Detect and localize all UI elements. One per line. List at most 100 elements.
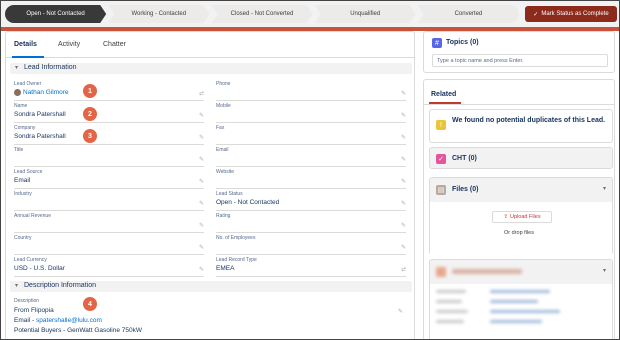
field-label: Company — [14, 125, 36, 131]
pencil-icon[interactable]: ✎ — [401, 134, 406, 141]
field-title: Title ✎ — [14, 145, 204, 167]
pencil-icon[interactable]: ✎ — [199, 222, 204, 229]
chevron-down-icon[interactable]: ▾ — [603, 267, 606, 274]
field-lead-record-type: Lead Record Type EMEA ⇄ — [216, 255, 406, 277]
pencil-icon[interactable]: ✎ — [199, 200, 204, 207]
stage-working-contacted[interactable]: Working - Contacted — [108, 5, 209, 23]
field-annual-revenue: Annual Revenue ✎ — [14, 211, 204, 233]
cht-related-list[interactable]: ✓ CHT (0) — [429, 147, 613, 169]
field-lead-currency: Lead Currency USD - U.S. Dollar ✎ — [14, 255, 204, 277]
details-panel: Details Activity Chatter ▾ Lead Informat… — [5, 31, 415, 339]
tab-activity[interactable]: Activity — [58, 41, 80, 48]
section-title: Lead Information — [24, 64, 77, 71]
description-line-2: Email - spatershalle@lulu.com — [14, 317, 102, 324]
field-rating: Rating ✎ — [216, 211, 406, 233]
field-country: Country ✎ — [14, 233, 204, 255]
chevron-down-icon[interactable]: ▾ — [603, 185, 606, 192]
pencil-icon[interactable]: ✎ — [199, 244, 204, 251]
mark-status-complete-button[interactable]: ✓ Mark Status as Complete — [525, 6, 617, 22]
tab-chatter[interactable]: Chatter — [103, 41, 126, 48]
blurred-row — [490, 290, 550, 293]
pencil-icon[interactable]: ✎ — [199, 178, 204, 185]
description-label: Description — [14, 298, 40, 304]
pencil-icon[interactable]: ✎ — [401, 90, 406, 97]
file-icon: ▤ — [436, 185, 446, 195]
chevron-down-icon: ▾ — [15, 283, 19, 289]
field-lead-source: Lead Source Email ✎ — [14, 167, 204, 189]
field-label: Mobile — [216, 103, 231, 109]
field-company: Company Sondra Patershall ✎ — [14, 123, 204, 145]
upload-files-button[interactable]: ⇪ Upload Files — [492, 211, 552, 223]
hashtag-icon: # — [432, 38, 442, 48]
tab-details[interactable]: Details — [14, 41, 37, 48]
field-fax: Fax ✎ — [216, 123, 406, 145]
blurred-related-list: ▾ — [429, 259, 613, 339]
duplicates-card: ! We found no potential duplicates of th… — [429, 109, 613, 143]
pencil-icon[interactable]: ✎ — [401, 178, 406, 185]
pencil-icon[interactable]: ✎ — [401, 200, 406, 207]
description-line-3: Potential Buyers - GenWatt Gasoline 750k… — [14, 327, 143, 334]
duplicate-rule-icon: ! — [436, 120, 446, 130]
field-label: Lead Record Type — [216, 257, 257, 263]
callout-2: 2 — [83, 107, 97, 121]
pencil-icon[interactable]: ✎ — [401, 244, 406, 251]
field-label: Rating — [216, 213, 231, 219]
pencil-icon[interactable]: ✎ — [199, 156, 204, 163]
pencil-icon[interactable]: ✎ — [401, 156, 406, 163]
field-label: Name — [14, 103, 28, 109]
chevron-down-icon: ▾ — [15, 65, 19, 71]
drop-files-text: Or drop files — [504, 230, 534, 236]
field-label: Fax — [216, 125, 225, 131]
field-mobile: Mobile ✎ — [216, 101, 406, 123]
field-label: Email — [216, 147, 229, 153]
description-email-link[interactable]: spatershalle@lulu.com — [36, 317, 102, 324]
section-description-information[interactable]: ▾ Description Information — [10, 281, 412, 292]
stage-converted[interactable]: Converted — [417, 5, 520, 23]
section-lead-information[interactable]: ▾ Lead Information — [10, 63, 412, 74]
callout-3: 3 — [83, 129, 97, 143]
lead-owner-link[interactable]: Nathan Gilmore — [14, 89, 69, 96]
blurred-row — [436, 290, 466, 293]
field-employees: No. of Employees ✎ — [216, 233, 406, 255]
blurred-row — [490, 310, 560, 313]
sidebar-panel: # Topics (0) Type a topic name and press… — [421, 31, 619, 339]
files-related-list: ▤ Files (0) ▾ ⇪ Upload Files Or drop fil… — [429, 177, 613, 255]
callout-4: 4 — [83, 297, 97, 311]
field-lead-status: Lead Status Open - Not Contacted ✎ — [216, 189, 406, 211]
stage-closed-not-converted[interactable]: Closed - Not Converted — [211, 5, 312, 23]
change-owner-icon[interactable]: ⇄ — [199, 90, 204, 97]
files-title[interactable]: Files (0) — [452, 186, 478, 193]
pencil-icon[interactable]: ✎ — [199, 134, 204, 141]
blurred-title — [452, 269, 522, 274]
field-name: Name Sondra Patershall ✎ — [14, 101, 204, 123]
topics-card: # Topics (0) Type a topic name and press… — [423, 31, 615, 73]
field-label: Lead Currency — [14, 257, 47, 263]
pencil-icon[interactable]: ✎ — [401, 222, 406, 229]
stage-unqualified[interactable]: Unqualified — [315, 5, 416, 23]
callout-1: 1 — [83, 84, 97, 98]
pencil-icon[interactable]: ✎ — [199, 112, 204, 119]
lead-owner-name: Nathan Gilmore — [23, 89, 69, 97]
field-value: Sondra Patershall — [14, 133, 66, 140]
file-drop-zone[interactable]: ⇪ Upload Files Or drop files — [430, 202, 612, 255]
tab-related[interactable]: Related — [431, 91, 456, 98]
blurred-row — [436, 320, 464, 323]
cht-title[interactable]: CHT (0) — [452, 155, 477, 162]
field-value: Email — [14, 177, 31, 184]
field-label: Website — [216, 169, 234, 175]
description-line-1: From Flipopia — [14, 307, 54, 314]
field-label: Lead Owner — [14, 81, 42, 87]
pencil-icon[interactable]: ✎ — [398, 308, 403, 315]
field-label: Title — [14, 147, 24, 153]
pencil-icon[interactable]: ✎ — [199, 266, 204, 273]
stage-open-not-contacted[interactable]: Open - Not Contacted — [5, 5, 106, 23]
pencil-icon[interactable]: ✎ — [401, 112, 406, 119]
field-label: Lead Source — [14, 169, 43, 175]
field-value: Sondra Patershall — [14, 111, 66, 118]
topic-input[interactable]: Type a topic name and press Enter. — [432, 54, 608, 67]
blurred-content — [430, 284, 612, 339]
change-record-type-icon[interactable]: ⇄ — [401, 266, 406, 273]
avatar — [14, 89, 21, 96]
blurred-row — [436, 300, 462, 303]
field-label: Lead Status — [216, 191, 243, 197]
